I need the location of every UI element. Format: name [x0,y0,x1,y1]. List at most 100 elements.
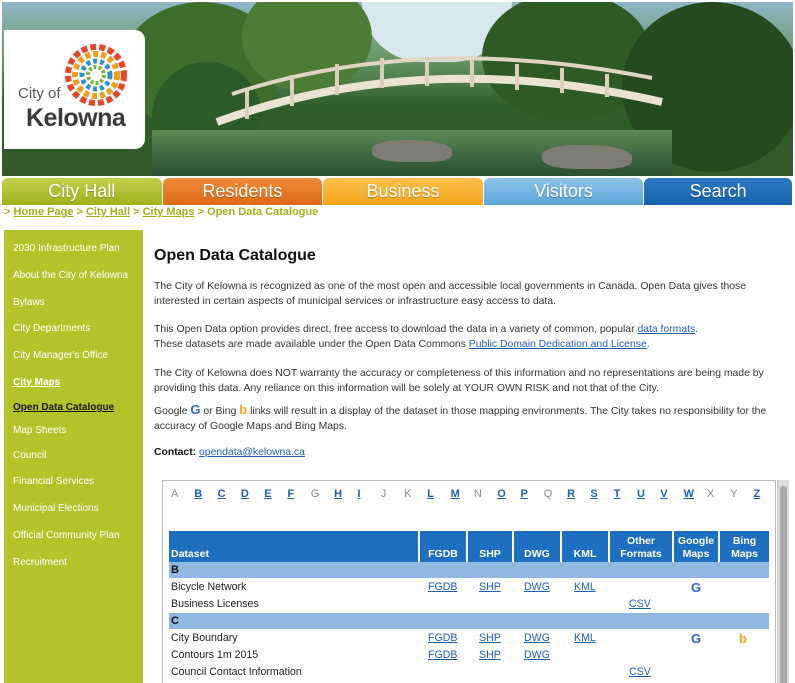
shp-download-link[interactable]: SHP [479,579,501,596]
header-other-label: Other [626,535,655,547]
google-maps-icon: G [190,402,201,417]
alphabet-letter-e[interactable]: E [264,488,271,500]
google-maps-icon[interactable]: G [691,579,701,596]
fgdb-download-link[interactable]: FGDB [428,579,457,596]
dataset-name: Contours 1m 2015 [171,649,259,661]
alphabet-letter-t[interactable]: T [614,488,621,500]
breadcrumb-city-maps[interactable]: City Maps [143,206,195,218]
header-dwg-label: DWG [524,548,550,560]
breadcrumb-sep: > [4,206,11,218]
sidebar-item-about[interactable]: About the City of Kelowna [13,270,128,281]
alphabet-letter-b[interactable]: B [194,488,202,500]
nav-visitors[interactable]: Visitors [483,178,644,205]
header-google-maps-label: Maps [682,548,710,560]
dwg-download-link[interactable]: DWG [524,579,550,596]
header-formats-label: Formats [620,548,662,560]
alphabet-letter-a: A [171,488,179,500]
dataset-name: Council Contact Information [171,666,302,678]
kml-download-link[interactable]: KML [574,630,596,647]
kml-download-link[interactable]: KML [574,579,596,596]
bing-maps-icon[interactable]: b [739,630,747,647]
sidebar-item-departments[interactable]: City Departments [13,323,90,334]
disclaimer-paragraph: The City of Kelowna does NOT warranty th… [154,368,764,394]
alphabet-letter-p[interactable]: P [521,488,528,500]
other-download-link[interactable]: CSV [629,664,651,681]
contact-label: Contact: [154,447,197,458]
col-header-dwg: DWG [514,531,560,562]
breadcrumb-home[interactable]: Home Page [14,206,74,218]
col-header-kml: KML [562,531,608,562]
alphabet-letter-s[interactable]: S [590,488,597,500]
col-header-bing-maps: Bing Maps [720,531,769,562]
sidebar: 2030 Infrastructure Plan About the City … [4,230,143,683]
alphabet-letter-d[interactable]: D [241,488,249,500]
dataset-name: Business Licenses [171,598,259,610]
scrollbar-thumb[interactable] [780,486,787,683]
alphabet-letter-m[interactable]: M [451,488,460,500]
group-header-c: C [169,613,769,629]
table-row: Business Licenses CSV [169,596,769,613]
shp-download-link[interactable]: SHP [479,630,501,647]
google-maps-icon[interactable]: G [691,630,701,647]
other-download-link[interactable]: CSV [629,596,651,613]
header-banner-image: City of Kelowna [2,2,793,176]
nav-business[interactable]: Business [323,178,483,205]
sidebar-item-open-data[interactable]: Open Data Catalogue [13,402,114,413]
alphabet-letter-r[interactable]: R [567,488,575,500]
table-row: City Boundary FGDB SHP DWG KML Gb [169,630,769,647]
alphabet-letter-h[interactable]: H [334,488,342,500]
sidebar-item-city-manager[interactable]: City Manager's Office [13,350,108,361]
vertical-scrollbar[interactable] [777,480,789,683]
header-bing-label: Bing [732,535,757,547]
alphabet-letter-o[interactable]: O [497,488,506,500]
contact-email-link[interactable]: opendata@kelowna.ca [199,447,305,458]
dwg-download-link[interactable]: DWG [524,647,550,664]
dataset-name: City Boundary [171,632,238,644]
col-header-dataset: Dataset [169,531,418,562]
license-link[interactable]: Public Domain Dedication and License [469,339,647,350]
alphabet-letter-l[interactable]: L [427,488,434,500]
header-fgdb-label: FGDB [428,548,458,560]
city-logo[interactable]: City of Kelowna [4,30,145,149]
google-label: Google [154,406,188,417]
sidebar-item-recruitment[interactable]: Recruitment [13,557,67,568]
shp-download-link[interactable]: SHP [479,647,501,664]
alphabet-letter-f[interactable]: F [288,488,295,500]
sidebar-item-bylaws[interactable]: Bylaws [13,297,45,308]
alphabet-letter-j: J [380,488,387,500]
fgdb-download-link[interactable]: FGDB [428,630,457,647]
fgdb-download-link[interactable]: FGDB [428,647,457,664]
sidebar-item-ocp[interactable]: Official Community Plan [13,530,120,541]
license-text: These datasets are made available under … [154,339,466,350]
breadcrumb-sep: > [197,206,205,218]
alphabet-letter-c[interactable]: C [218,488,226,500]
sidebar-item-infrastructure-plan[interactable]: 2030 Infrastructure Plan [13,243,120,254]
breadcrumb-city-hall[interactable]: City Hall [86,206,130,218]
sidebar-item-map-sheets[interactable]: Map Sheets [13,425,66,436]
catalogue-frame: ABCDEFGHIJKLMNOPQRSTUVWXYZ Dataset FGDB … [162,480,776,683]
alphabet-letter-g: G [310,488,320,500]
sidebar-item-financial[interactable]: Financial Services [13,476,94,487]
col-header-fgdb: FGDB [420,531,466,562]
alphabet-letter-u[interactable]: U [637,488,645,500]
sidebar-item-elections[interactable]: Municipal Elections [13,503,99,514]
dwg-download-link[interactable]: DWG [524,630,550,647]
alphabet-letter-w[interactable]: W [684,488,694,500]
nav-residents[interactable]: Residents [162,178,323,205]
table-row: Contours 1m 2015 FGDB SHP DWG [169,647,769,664]
table-row: Council Contact Information CSV [169,664,769,681]
contact-line: Contact: opendata@kelowna.ca [154,445,790,460]
alphabet-letter-q: Q [543,488,553,500]
logo-kelowna: Kelowna [26,104,126,132]
sidebar-item-city-maps[interactable]: City Maps [13,377,60,388]
nav-search[interactable]: Search [644,178,792,205]
alphabet-letter-z[interactable]: Z [754,488,761,500]
sidebar-item-council[interactable]: Council [13,450,46,461]
alphabet-letter-v[interactable]: V [660,488,667,500]
intro-paragraph: The City of Kelowna is recognized as one… [154,281,747,307]
alphabet-index: A B C D E F G H I J K L M N O P Q R S T U V WX Y Z [163,488,777,506]
header-kml-label: KML [573,548,597,560]
alphabet-letter-i[interactable]: I [357,488,360,500]
data-formats-link[interactable]: data formats [637,324,695,335]
nav-city-hall[interactable]: City Hall [2,178,162,205]
